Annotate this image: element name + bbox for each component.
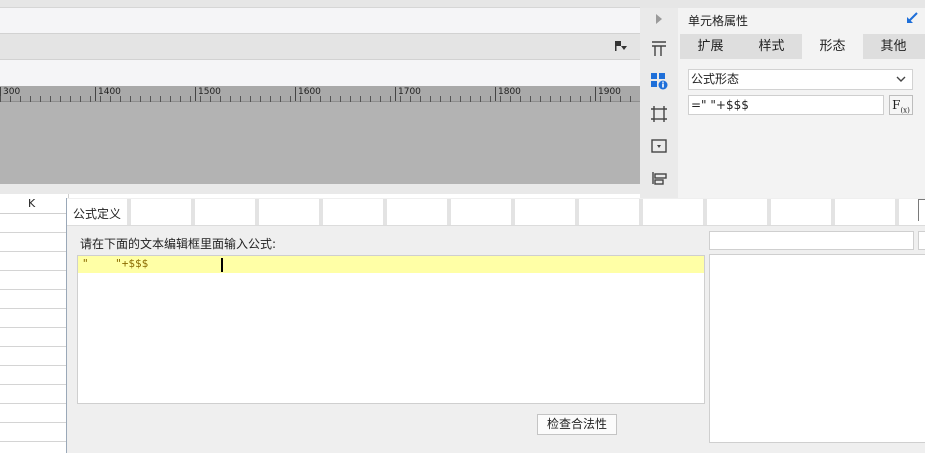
frame-icon[interactable]	[648, 103, 670, 125]
sheet-grid[interactable]	[0, 214, 66, 453]
data-column-icon[interactable]	[648, 167, 670, 189]
flag-dropdown-icon[interactable]	[614, 40, 628, 52]
widget-icon[interactable]	[648, 135, 670, 157]
current-line-highlight	[78, 256, 704, 273]
editor-band	[0, 8, 640, 33]
check-validity-button[interactable]: 检查合法性	[537, 414, 617, 435]
text-caret	[221, 258, 223, 272]
chevron-down-icon	[896, 76, 906, 82]
tab-other[interactable]: 其他	[863, 34, 924, 59]
resize-arrow-icon[interactable]	[905, 11, 919, 25]
search-button[interactable]	[918, 231, 925, 250]
tab-expand[interactable]: 扩展	[680, 34, 741, 59]
panel-tabs: 扩展 样式 形态 其他	[680, 34, 925, 59]
cell-layout-icon[interactable]	[648, 38, 670, 60]
tab-style[interactable]: 样式	[741, 34, 802, 59]
panel-title: 单元格属性	[688, 14, 749, 28]
dialog-close-button[interactable]	[918, 199, 925, 221]
fx-sub: (x)	[900, 106, 910, 115]
report-canvas[interactable]	[0, 102, 640, 184]
formula-text: " "+$$$	[82, 257, 149, 270]
dialog-titlebar[interactable]	[67, 199, 925, 226]
shape-type-select[interactable]: 公式形态	[688, 69, 913, 90]
expand-arrow-icon[interactable]	[648, 8, 670, 30]
tab-shape[interactable]: 形态	[802, 34, 863, 59]
shape-type-value: 公式形态	[691, 72, 740, 86]
function-search-input[interactable]	[709, 231, 914, 250]
column-header-k[interactable]: K	[28, 197, 35, 210]
top-strip-right	[640, 0, 925, 8]
cell-properties-icon[interactable]	[648, 70, 670, 92]
formula-editor-button[interactable]: F(x)	[889, 95, 913, 115]
report-toolbar	[0, 33, 640, 60]
formula-editor[interactable]: " "+$$$	[77, 255, 705, 404]
editor-band-2	[0, 60, 640, 86]
formula-prompt: 请在下面的文本编辑框里面输入公式:	[80, 237, 277, 251]
function-list[interactable]	[709, 254, 925, 443]
canvas-gap	[0, 184, 640, 194]
dialog-title: 公式定义	[73, 207, 122, 221]
formula-input[interactable]: =" "+$$$	[688, 95, 884, 115]
top-strip	[0, 0, 640, 8]
